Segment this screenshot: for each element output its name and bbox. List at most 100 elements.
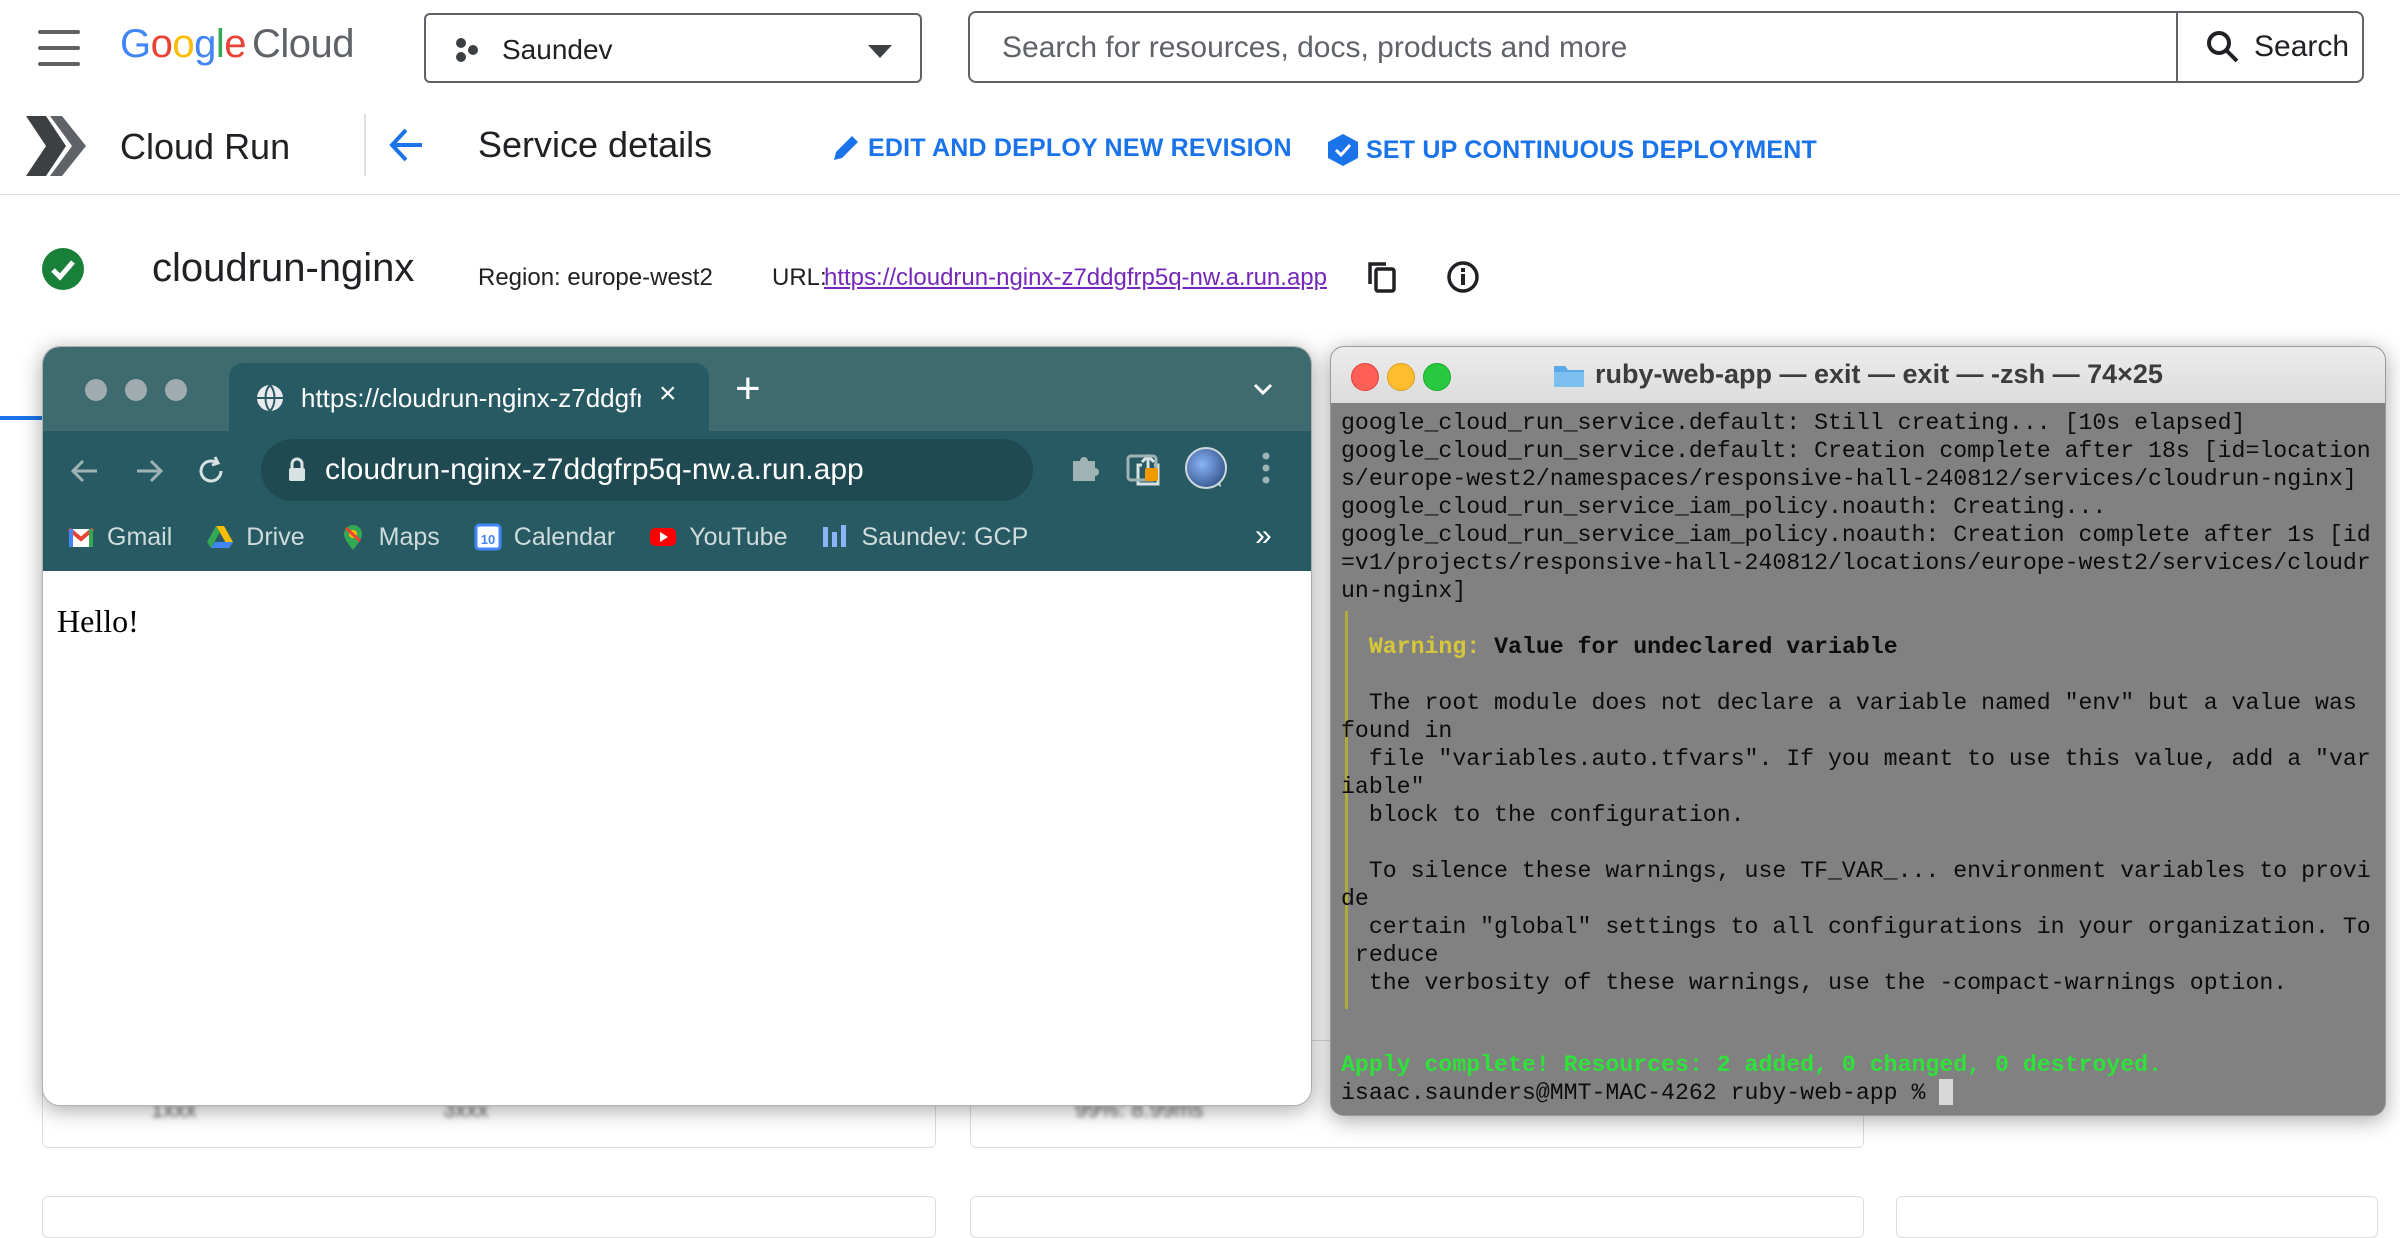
terminal-line: un-nginx] xyxy=(1341,578,1467,604)
terminal-zoom-button[interactable] xyxy=(1423,363,1451,391)
caret-down-icon xyxy=(868,45,892,58)
maps-pin-icon xyxy=(343,525,362,550)
terminal-window: ruby-web-app — exit — exit — -zsh — 74×2… xyxy=(1330,346,2386,1116)
search-bar: Search xyxy=(968,11,2364,83)
terminal-line: google_cloud_run_service.default: Creati… xyxy=(1341,438,2371,464)
copy-icon[interactable] xyxy=(1366,260,1398,294)
extensions-puzzle-icon[interactable] xyxy=(1067,451,1101,485)
tab-title: https://cloudrun-nginx-z7ddgfrp5q-nw.a.r… xyxy=(301,383,641,413)
info-icon[interactable] xyxy=(1446,260,1480,294)
status-ok-icon xyxy=(42,248,84,290)
edit-deploy-label: EDIT AND DEPLOY NEW REVISION xyxy=(868,133,1292,162)
project-dots-icon xyxy=(456,38,478,62)
terminal-minimize-button[interactable] xyxy=(1387,363,1415,391)
terminal-line: block to the configuration. xyxy=(1341,802,1745,828)
forward-icon[interactable] xyxy=(131,453,167,489)
terminal-line: certain "global" settings to all configu… xyxy=(1341,914,2371,940)
folder-icon xyxy=(1554,365,1584,387)
browser-tab[interactable]: https://cloudrun-nginx-z7ddgfrp5q-nw.a.r… xyxy=(229,363,709,431)
more-bookmarks-button[interactable]: » xyxy=(1255,519,1272,553)
bookmark-drive[interactable]: Drive xyxy=(206,522,305,552)
kebab-menu-icon[interactable] xyxy=(1261,451,1271,485)
youtube-icon xyxy=(650,528,677,546)
gmail-icon xyxy=(67,527,95,547)
continuous-deployment-label: SET UP CONTINUOUS DEPLOYMENT xyxy=(1366,135,1818,164)
terminal-line: google_cloud_run_service_iam_policy.noau… xyxy=(1341,494,2107,520)
shell-prompt: isaac.saunders@MMT-MAC-4262 ruby-web-app… xyxy=(1341,1080,1940,1106)
logo-google-text: Google xyxy=(120,22,247,66)
google-cloud-logo[interactable]: Google Cloud xyxy=(120,22,355,67)
text-cursor xyxy=(1939,1079,1954,1105)
terminal-line: The root module does not declare a varia… xyxy=(1341,690,2357,716)
bookmark-label: Gmail xyxy=(107,522,173,551)
browser-window: https://cloudrun-nginx-z7ddgfrp5q-nw.a.r… xyxy=(42,346,1312,1106)
warning-text: Value for undeclared variable xyxy=(1480,634,1898,660)
terminal-title-text: ruby-web-app — exit — exit — -zsh — 74×2… xyxy=(1595,359,2163,389)
bookmark-gmail[interactable]: Gmail xyxy=(67,523,172,552)
terminal-line: google_cloud_run_service.default: Still … xyxy=(1341,410,2246,436)
browser-toolbar: cloudrun-nginx-z7ddgfrp5q-nw.a.run.app G… xyxy=(43,431,1311,571)
divider xyxy=(364,114,366,176)
terminal-line: file "variables.auto.tfvars". If you mea… xyxy=(1341,746,2371,772)
main-menu-icon[interactable] xyxy=(38,30,80,66)
tab-close-icon[interactable]: × xyxy=(659,377,677,411)
bookmark-label: Saundev: GCP xyxy=(861,522,1029,551)
terminal-output[interactable]: google_cloud_run_service.default: Still … xyxy=(1331,403,2385,1115)
terminal-line: To silence these warnings, use TF_VAR_..… xyxy=(1341,858,2371,884)
terminal-line: found in xyxy=(1341,718,1453,744)
bookmark-label: Drive xyxy=(246,522,305,551)
top-header: Google Cloud Saundev Search xyxy=(0,0,2400,97)
back-arrow-icon[interactable] xyxy=(386,120,426,170)
terminal-line: s/europe-west2/namespaces/responsive-hal… xyxy=(1341,466,2357,492)
terminal-close-button[interactable] xyxy=(1351,363,1379,391)
metrics-card xyxy=(42,1196,936,1238)
terminal-title: ruby-web-app — exit — exit — -zsh — 74×2… xyxy=(1553,359,2163,390)
chevron-down-icon[interactable] xyxy=(1253,383,1273,395)
edit-deploy-revision-button[interactable]: EDIT AND DEPLOY NEW REVISION xyxy=(830,132,1292,164)
address-bar[interactable]: cloudrun-nginx-z7ddgfrp5q-nw.a.run.app xyxy=(261,439,1227,501)
terminal-line: the verbosity of these warnings, use the… xyxy=(1341,970,2288,996)
bookmark-calendar[interactable]: 10 Calendar xyxy=(474,523,615,552)
terminal-titlebar: ruby-web-app — exit — exit — -zsh — 74×2… xyxy=(1331,347,2385,404)
continuous-deployment-button[interactable]: SET UP CONTINUOUS DEPLOYMENT xyxy=(1326,132,1817,168)
search-input[interactable] xyxy=(1000,29,2044,67)
terminal-line: =v1/projects/responsive-hall-240812/loca… xyxy=(1341,550,2371,576)
logo-cloud-text: Cloud xyxy=(252,22,355,66)
service-name: cloudrun-nginx xyxy=(152,246,415,290)
lock-icon[interactable] xyxy=(287,457,307,483)
globe-icon xyxy=(257,384,283,412)
window-minimize-button[interactable] xyxy=(125,379,147,401)
project-picker[interactable]: Saundev xyxy=(424,13,922,83)
drive-icon xyxy=(207,526,234,548)
warning-label: Warning: xyxy=(1368,634,1481,660)
profile-avatar[interactable] xyxy=(1185,447,1227,489)
page-title: Service details xyxy=(478,124,713,165)
side-panel-icon[interactable] xyxy=(1125,451,1159,485)
terminal-warning-line: Warning: Value for undeclared variable xyxy=(1341,633,1898,661)
terminal-line: reduce xyxy=(1341,942,1439,968)
new-tab-button[interactable]: + xyxy=(735,367,761,411)
pencil-icon xyxy=(834,136,858,160)
browser-page-content: Hello! xyxy=(43,571,1311,1105)
calendar-icon: 10 xyxy=(474,523,502,551)
bookmark-saundev-gcp[interactable]: Saundev: GCP xyxy=(821,523,1028,552)
browser-tab-strip: https://cloudrun-nginx-z7ddgfrp5q-nw.a.r… xyxy=(43,347,1311,431)
search-button[interactable]: Search xyxy=(2176,11,2364,83)
cube-icon xyxy=(1328,134,1358,166)
window-close-button[interactable] xyxy=(85,379,107,401)
metrics-card xyxy=(1896,1196,2378,1238)
window-zoom-button[interactable] xyxy=(165,379,187,401)
bookmark-label: Calendar xyxy=(513,522,616,551)
page-text: Hello! xyxy=(57,603,139,639)
search-button-label: Search xyxy=(2254,30,2350,63)
service-url-link[interactable]: https://cloudrun-nginx-z7ddgfrp5q-nw.a.r… xyxy=(824,264,1327,292)
back-icon[interactable] xyxy=(67,453,103,489)
bookmark-youtube[interactable]: YouTube xyxy=(649,523,787,552)
reload-icon[interactable] xyxy=(193,453,229,489)
terminal-line: google_cloud_run_service_iam_policy.noau… xyxy=(1341,522,2371,548)
bookmark-label: Maps xyxy=(378,522,440,551)
address-text: cloudrun-nginx-z7ddgfrp5q-nw.a.run.app xyxy=(325,453,864,486)
project-name: Saundev xyxy=(502,34,613,65)
bookmarks-bar: Gmail Drive Maps 10 Calendar YouTube Sau… xyxy=(67,517,1028,557)
bookmark-maps[interactable]: Maps xyxy=(339,523,440,552)
